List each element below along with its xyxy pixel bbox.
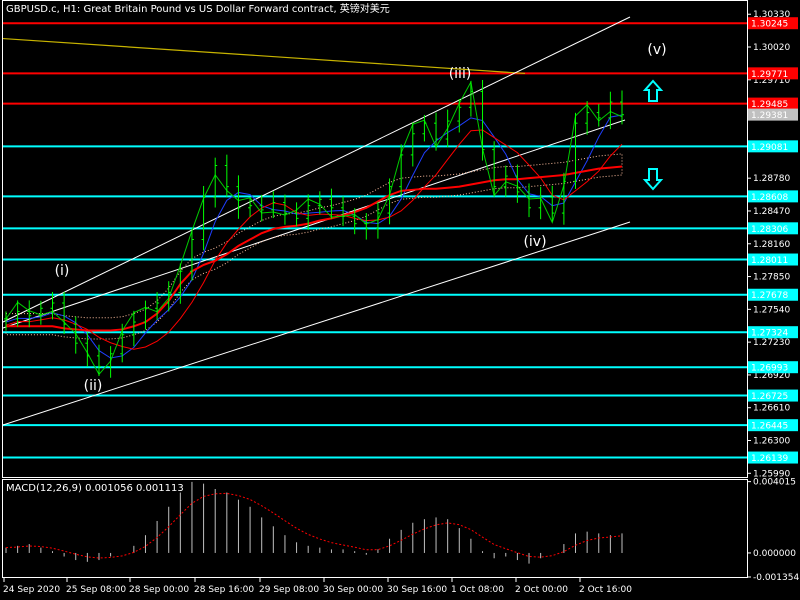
level-price-label: 1.29081 [751, 143, 788, 153]
wave-label: (i) [55, 263, 70, 279]
x-tick-label: 30 Sep 00:00 [323, 585, 383, 595]
chart-title: GBPUSD.c, H1: Great Britain Pound vs US … [6, 2, 390, 15]
level-price-label: 1.28306 [751, 225, 788, 235]
y-tick-label: 1.28780 [753, 174, 790, 184]
macd-signal-line [5, 492, 623, 559]
y-tick-label: 1.27850 [753, 273, 790, 283]
macd-tick-label: 0.000000 [753, 549, 796, 559]
x-tick-label: 29 Sep 08:00 [259, 585, 319, 595]
y-tick-label: 1.26300 [753, 437, 790, 447]
level-price-label: 1.27324 [751, 329, 788, 339]
arrow-down-icon [642, 168, 664, 191]
level-price-label: 1.29485 [751, 100, 788, 110]
channel-mid-line [2, 119, 626, 329]
x-tick-label: 2 Oct 16:00 [579, 585, 632, 595]
level-price-label: 1.28608 [751, 193, 788, 203]
level-price-label: 1.26725 [751, 392, 788, 402]
y-tick-label: 1.28160 [753, 240, 790, 250]
x-tick-label: 2 Oct 00:00 [515, 585, 568, 595]
macd-label: MACD(12,26,9) 0.001056 0.001113 [6, 483, 184, 494]
level-price-label: 1.29771 [751, 70, 788, 80]
level-price-label: 1.27678 [751, 291, 788, 301]
x-tick-label: 28 Sep 16:00 [194, 585, 254, 595]
arrow-up-icon [642, 79, 664, 102]
price-axis: 1.303301.300201.297101.294001.290901.287… [747, 10, 798, 479]
macd-pane-frame [2, 479, 748, 578]
wave-label: (iv) [523, 234, 546, 250]
channel-upper-line [2, 16, 631, 323]
y-tick-label: 1.27230 [753, 338, 790, 348]
x-tick-label: 1 Oct 08:00 [451, 585, 504, 595]
wave-labels: (i) (ii) (iii) (iv) (v) [55, 42, 667, 394]
chart-canvas: (i) (ii) (iii) (iv) (v) 1.303301.300201.2971… [2, 0, 799, 595]
wave-label: (v) [647, 42, 666, 58]
y-tick-label: 1.30020 [753, 43, 790, 53]
channel-lower-line [2, 221, 631, 426]
x-tick-label: 25 Sep 08:00 [66, 585, 126, 595]
level-price-label: 1.26139 [751, 454, 788, 464]
macd-tick-label: -0.001354 [753, 573, 799, 583]
wave-label: (iii) [449, 66, 472, 82]
main-pane-frame [2, 0, 748, 478]
level-price-label: 1.26993 [751, 364, 788, 374]
level-price-label: 1.26445 [751, 422, 788, 432]
y-tick-label: 1.28470 [753, 207, 790, 217]
yellow-trend-line [2, 37, 526, 75]
y-tick-label: 1.26610 [753, 404, 790, 414]
x-tick-label: 28 Sep 00:00 [129, 585, 189, 595]
x-tick-label: 24 Sep 2020 [3, 585, 60, 595]
macd-tick-label: 0.004015 [753, 478, 796, 488]
x-tick-label: 30 Sep 16:00 [387, 585, 447, 595]
arrow-markers [642, 79, 664, 191]
level-price-label: 1.28011 [751, 256, 788, 266]
time-axis: 24 Sep 2020 25 Sep 08:00 28 Sep 00:00 28 Se… [3, 578, 632, 595]
level-lines [2, 22, 747, 459]
wave-label: (ii) [84, 378, 103, 394]
level-price-label: 1.30245 [751, 20, 788, 30]
current-price-label: 1.29381 [751, 111, 788, 121]
y-tick-label: 1.27540 [753, 305, 790, 315]
